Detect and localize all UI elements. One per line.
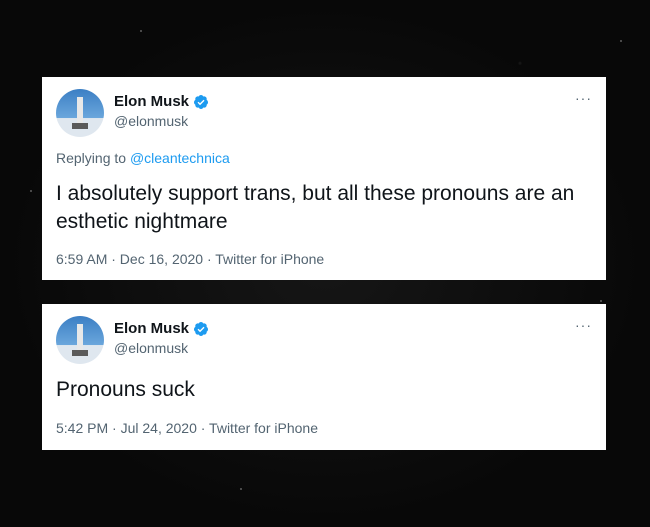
tweet-card[interactable]: Elon Musk @elonmusk ··· Pronouns suck 5:…	[42, 304, 606, 450]
background-speck	[30, 190, 32, 192]
tweet-text: Pronouns suck	[56, 378, 195, 401]
author-name[interactable]: Elon Musk	[114, 320, 189, 337]
mention-link[interactable]: @cleantechnica	[130, 150, 230, 166]
tower-base-icon	[72, 123, 88, 129]
author-row: Elon Musk	[114, 93, 209, 110]
background-speck	[620, 40, 622, 42]
background-speck	[240, 488, 242, 490]
author-name[interactable]: Elon Musk	[114, 93, 189, 110]
tweet-text: I absolutely support trans, but all thes…	[56, 182, 575, 233]
tweet-card[interactable]: Elon Musk @elonmusk ··· Replying to @cle…	[42, 77, 606, 280]
background-speck	[600, 300, 602, 302]
author-handle[interactable]: @elonmusk	[114, 340, 188, 356]
author-row: Elon Musk	[114, 320, 209, 337]
tweet-timestamp[interactable]: 5:42 PM · Jul 24, 2020 · Twitter for iPh…	[56, 420, 318, 436]
more-options-icon[interactable]: ···	[575, 318, 592, 332]
verified-badge-icon	[194, 94, 209, 109]
verified-badge-icon	[194, 321, 209, 336]
avatar[interactable]	[56, 89, 104, 137]
author-handle[interactable]: @elonmusk	[114, 113, 188, 129]
background-speck	[140, 30, 142, 32]
replying-to-line: Replying to @cleantechnica	[56, 150, 230, 166]
replying-prefix: Replying to	[56, 150, 127, 166]
avatar[interactable]	[56, 316, 104, 364]
tower-base-icon	[72, 350, 88, 356]
more-options-icon[interactable]: ···	[575, 91, 592, 105]
tweet-timestamp[interactable]: 6:59 AM · Dec 16, 2020 · Twitter for iPh…	[56, 251, 324, 267]
